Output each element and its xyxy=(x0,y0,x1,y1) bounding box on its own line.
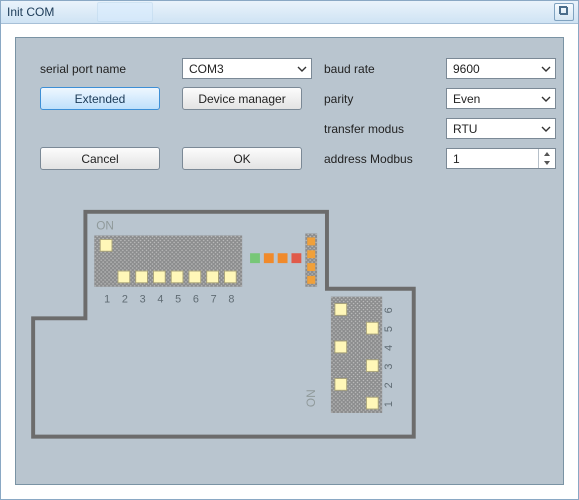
dip-h-number: 4 xyxy=(157,294,163,306)
close-button[interactable] xyxy=(554,3,574,21)
dip-v-switch-4 xyxy=(335,341,347,353)
dip-h-switch-3 xyxy=(136,271,148,283)
background-tab xyxy=(97,2,153,22)
dip-h-number: 1 xyxy=(104,294,110,306)
dip-h-number: 7 xyxy=(211,294,217,306)
dip-v-number: 2 xyxy=(383,382,395,388)
dip-h-switch-7 xyxy=(207,271,219,283)
spinner-down-button[interactable] xyxy=(539,159,555,169)
dip-h-number: 5 xyxy=(175,294,181,306)
cancel-button[interactable]: Cancel xyxy=(40,147,160,170)
label-baud-rate: baud rate xyxy=(324,62,434,76)
ok-button-label: OK xyxy=(233,152,250,166)
mini-led-3 xyxy=(307,263,315,271)
label-address-modbus: address Modbus xyxy=(324,152,434,166)
dip-v-switch-3 xyxy=(366,360,378,372)
form-grid: serial port name COM3 baud rate 9600 Ext… xyxy=(40,58,539,170)
dip-on-label-v: ON xyxy=(304,389,318,407)
dip-v-switch-5 xyxy=(366,322,378,334)
dip-h-switch-4 xyxy=(153,271,165,283)
dip-h-number: 2 xyxy=(122,294,128,306)
mini-led-2 xyxy=(307,250,315,258)
extended-button-label: Extended xyxy=(75,92,126,106)
mini-led-4 xyxy=(307,276,315,284)
dip-h-number: 8 xyxy=(228,294,234,306)
dip-h-number: 3 xyxy=(140,294,146,306)
serial-port-value: COM3 xyxy=(189,62,224,76)
status-led-3 xyxy=(278,253,288,263)
baud-rate-value: 9600 xyxy=(453,62,480,76)
serial-port-select[interactable]: COM3 xyxy=(182,58,312,79)
ok-button[interactable]: OK xyxy=(182,147,302,170)
transfer-modus-select[interactable]: RTU xyxy=(446,118,556,139)
dip-h-switch-1 xyxy=(100,239,112,251)
close-icon xyxy=(559,5,569,19)
dialog-window: Init COM serial port name COM3 baud rate… xyxy=(0,0,579,500)
chevron-down-icon xyxy=(541,94,551,104)
chevron-down-icon xyxy=(297,64,307,74)
cancel-button-label: Cancel xyxy=(81,152,118,166)
label-transfer-modus: transfer modus xyxy=(324,122,434,136)
baud-rate-select[interactable]: 9600 xyxy=(446,58,556,79)
dip-v-switch-2 xyxy=(335,378,347,390)
label-serial-port: serial port name xyxy=(40,62,170,76)
titlebar: Init COM xyxy=(1,1,578,24)
dip-v-switch-1 xyxy=(366,397,378,409)
transfer-modus-value: RTU xyxy=(453,122,477,136)
dip-v-number: 5 xyxy=(383,326,395,332)
address-modbus-spinner[interactable]: 1 xyxy=(446,148,556,169)
status-led-2 xyxy=(264,253,274,263)
dip-h-switch-6 xyxy=(189,271,201,283)
dip-v-number: 4 xyxy=(383,345,395,351)
spinner-arrows xyxy=(538,149,555,168)
dip-v-number: 1 xyxy=(383,401,395,407)
device-manager-button[interactable]: Device manager xyxy=(182,87,302,110)
extended-button[interactable]: Extended xyxy=(40,87,160,110)
dip-h-switch-5 xyxy=(171,271,183,283)
dip-v-number: 6 xyxy=(383,307,395,313)
dip-v-number: 3 xyxy=(383,364,395,370)
dip-h-number: 6 xyxy=(193,294,199,306)
status-led-1 xyxy=(250,253,260,263)
dip-h-switch-8 xyxy=(224,271,236,283)
dip-diagram: ON 12345678 123456 ON xyxy=(18,200,561,482)
parity-select[interactable]: Even xyxy=(446,88,556,109)
mini-led-1 xyxy=(307,237,315,245)
window-title: Init COM xyxy=(7,5,54,19)
dialog-body: serial port name COM3 baud rate 9600 Ext… xyxy=(15,37,564,485)
label-parity: parity xyxy=(324,92,434,106)
spinner-up-button[interactable] xyxy=(539,149,555,159)
chevron-down-icon xyxy=(541,64,551,74)
chevron-down-icon xyxy=(541,124,551,134)
address-modbus-value: 1 xyxy=(447,152,538,166)
dip-on-label-h: ON xyxy=(96,219,114,233)
dip-h-switch-2 xyxy=(118,271,130,283)
device-manager-button-label: Device manager xyxy=(198,92,285,106)
dip-v-switch-6 xyxy=(335,304,347,316)
spacer xyxy=(40,127,312,131)
status-led-4 xyxy=(291,253,301,263)
parity-value: Even xyxy=(453,92,480,106)
